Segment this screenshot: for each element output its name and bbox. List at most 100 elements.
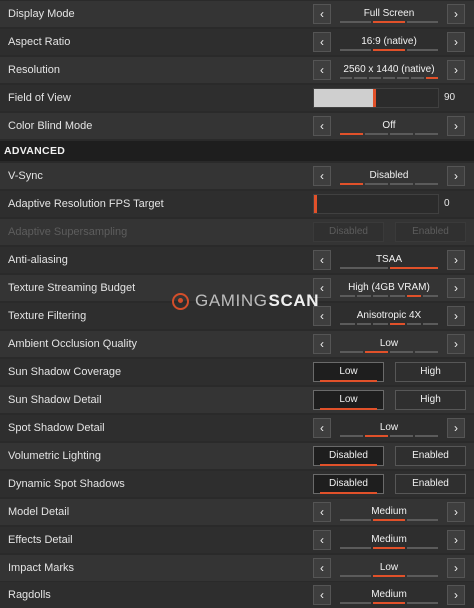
option-indicator — [340, 575, 438, 577]
setting-label: Effects Detail — [8, 534, 73, 546]
option-indicator — [340, 183, 438, 185]
setting-aspect-ratio: Aspect Ratio ‹ 16:9 (native) › — [0, 29, 474, 55]
setting-spot-shadow-detail: Spot Shadow Detail ‹ Low › — [0, 415, 474, 441]
setting-model-detail: Model Detail ‹ Medium › — [0, 499, 474, 525]
chevron-right-icon[interactable]: › — [447, 502, 465, 522]
chevron-right-icon[interactable]: › — [447, 278, 465, 298]
chevron-left-icon[interactable]: ‹ — [313, 32, 331, 52]
chevron-right-icon[interactable]: › — [447, 4, 465, 24]
option-indicator — [340, 519, 438, 521]
setting-label: Spot Shadow Detail — [8, 422, 105, 434]
setting-label: Ambient Occlusion Quality — [8, 338, 137, 350]
fov-slider[interactable] — [313, 88, 439, 108]
option-indicator — [340, 267, 438, 269]
option-enabled-button: Enabled — [395, 222, 466, 242]
option-disabled-button: Disabled — [313, 222, 384, 242]
option-indicator — [340, 435, 438, 437]
setting-label: Display Mode — [8, 8, 75, 20]
setting-label: Ragdolls — [8, 589, 51, 601]
section-header-advanced: ADVANCED — [0, 141, 474, 161]
chevron-left-icon[interactable]: ‹ — [313, 4, 331, 24]
chevron-left-icon[interactable]: ‹ — [313, 250, 331, 270]
option-high-button[interactable]: High — [395, 390, 466, 410]
option-indicator — [340, 602, 438, 604]
slider-value: 0 — [444, 198, 450, 209]
chevron-left-icon[interactable]: ‹ — [313, 418, 331, 438]
option-indicator — [340, 547, 438, 549]
setting-label: Adaptive Resolution FPS Target — [8, 198, 164, 210]
setting-label: V-Sync — [8, 170, 43, 182]
setting-label: Field of View — [8, 92, 71, 104]
chevron-right-icon[interactable]: › — [447, 306, 465, 326]
setting-label: Color Blind Mode — [8, 120, 93, 132]
option-indicator — [340, 351, 438, 353]
option-indicator — [340, 21, 438, 23]
chevron-right-icon[interactable]: › — [447, 60, 465, 80]
setting-impact-marks: Impact Marks ‹ Low › — [0, 555, 474, 581]
setting-field-of-view: Field of View 90 — [0, 85, 474, 111]
fps-target-slider[interactable] — [313, 194, 439, 214]
chevron-right-icon[interactable]: › — [447, 418, 465, 438]
option-low-button[interactable]: Low — [313, 362, 384, 382]
chevron-right-icon[interactable]: › — [447, 530, 465, 550]
chevron-right-icon[interactable]: › — [447, 250, 465, 270]
chevron-left-icon[interactable]: ‹ — [313, 334, 331, 354]
option-indicator — [340, 77, 438, 79]
option-indicator — [340, 323, 439, 325]
chevron-right-icon[interactable]: › — [447, 116, 465, 136]
setting-label: Model Detail — [8, 506, 70, 518]
setting-label: Adaptive Supersampling — [8, 226, 128, 238]
setting-label: Sun Shadow Detail — [8, 394, 102, 406]
option-indicator — [340, 295, 439, 297]
option-high-button[interactable]: High — [395, 362, 466, 382]
setting-ragdolls: Ragdolls ‹ Medium › — [0, 582, 474, 608]
slider-fill — [314, 89, 376, 107]
setting-sun-shadow-detail: Sun Shadow Detail Low High — [0, 387, 474, 413]
section-title: ADVANCED — [4, 145, 66, 157]
slider-value: 90 — [444, 92, 456, 103]
setting-label: Impact Marks — [8, 562, 75, 574]
chevron-left-icon[interactable]: ‹ — [313, 116, 331, 136]
chevron-left-icon[interactable]: ‹ — [313, 60, 331, 80]
chevron-right-icon[interactable]: › — [447, 32, 465, 52]
setting-volumetric-lighting: Volumetric Lighting Disabled Enabled — [0, 443, 474, 469]
chevron-right-icon[interactable]: › — [447, 334, 465, 354]
setting-dynamic-spot-shadows: Dynamic Spot Shadows Disabled Enabled — [0, 471, 474, 497]
chevron-right-icon[interactable]: › — [447, 558, 465, 578]
setting-label: Anti-aliasing — [8, 254, 68, 266]
chevron-right-icon[interactable]: › — [447, 585, 465, 605]
option-disabled-button[interactable]: Disabled — [313, 474, 384, 494]
chevron-left-icon[interactable]: ‹ — [313, 166, 331, 186]
chevron-left-icon[interactable]: ‹ — [313, 502, 331, 522]
gamingscan-watermark: GAMING SCAN — [172, 289, 319, 313]
setting-label: Volumetric Lighting — [8, 450, 101, 462]
chevron-left-icon[interactable]: ‹ — [313, 558, 331, 578]
watermark-text-a: GAMING — [195, 291, 268, 310]
watermark-text-b: SCAN — [268, 291, 320, 310]
setting-effects-detail: Effects Detail ‹ Medium › — [0, 527, 474, 553]
chevron-left-icon[interactable]: ‹ — [313, 585, 331, 605]
option-disabled-button[interactable]: Disabled — [313, 446, 384, 466]
option-indicator — [340, 133, 438, 135]
setting-display-mode: Display Mode ‹ Full Screen › — [0, 1, 474, 27]
setting-label: Resolution — [8, 64, 60, 76]
setting-label: Texture Filtering — [8, 310, 87, 322]
setting-vsync: V-Sync ‹ Disabled › — [0, 163, 474, 189]
setting-sun-shadow-coverage: Sun Shadow Coverage Low High — [0, 359, 474, 385]
option-low-button[interactable]: Low — [313, 390, 384, 410]
option-enabled-button[interactable]: Enabled — [395, 474, 466, 494]
setting-color-blind-mode: Color Blind Mode ‹ Off › — [0, 113, 474, 139]
chevron-left-icon[interactable]: ‹ — [313, 530, 331, 550]
setting-label: Sun Shadow Coverage — [8, 366, 122, 378]
gamingscan-logo-icon — [172, 292, 189, 310]
slider-handle[interactable] — [314, 195, 317, 213]
option-indicator — [340, 49, 438, 51]
slider-handle[interactable] — [373, 89, 376, 107]
chevron-right-icon[interactable]: › — [447, 166, 465, 186]
option-enabled-button[interactable]: Enabled — [395, 446, 466, 466]
setting-label: Dynamic Spot Shadows — [8, 478, 125, 490]
setting-adaptive-supersampling: Adaptive Supersampling Disabled Enabled — [0, 219, 474, 245]
setting-resolution: Resolution ‹ 2560 x 1440 (native) › — [0, 57, 474, 83]
setting-label: Aspect Ratio — [8, 36, 71, 48]
setting-label: Texture Streaming Budget — [8, 282, 136, 294]
